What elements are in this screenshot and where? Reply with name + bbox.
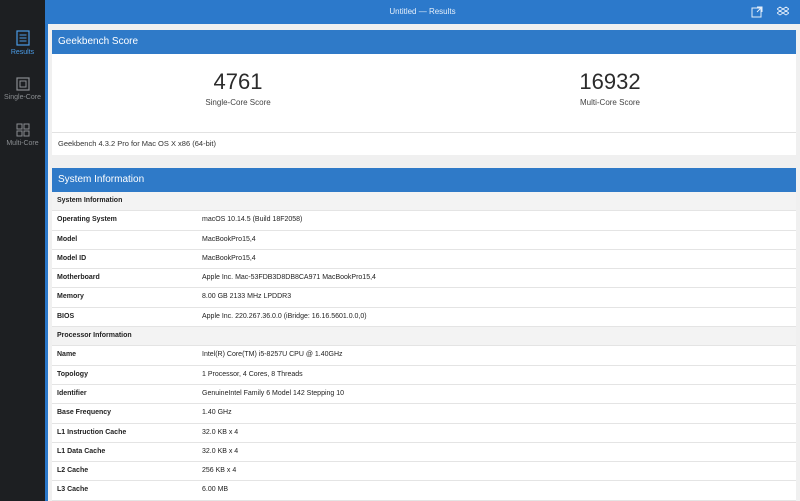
title-bar: Untitled — Results (45, 0, 800, 24)
dropbox-icon[interactable] (777, 6, 789, 18)
table-row: L1 Instruction Cache 32.0 KB x 4 (52, 424, 796, 443)
row-key: BIOS (57, 312, 75, 320)
main-window: Untitled — Results Geekbench Score 4761 … (45, 0, 800, 501)
row-value: 1 Processor, 4 Cores, 8 Threads (202, 370, 303, 378)
row-key: Motherboard (57, 274, 100, 282)
row-value: MacBookPro15,4 (202, 235, 256, 243)
table-row: L3 Cache 6.00 MB (52, 481, 796, 501)
table-section-header: System Information (52, 192, 796, 212)
scores-row: 4761 Single-Core Score 16932 Multi-Core … (52, 54, 796, 133)
table-row: Motherboard Apple Inc. Mac-53FDB3D8DB8CA9… (52, 269, 796, 289)
geekbench-score-panel: Geekbench Score 4761 Single-Core Score 1… (52, 30, 796, 155)
row-key: Model (57, 235, 78, 243)
row-value: 32.0 KB x 4 (202, 428, 239, 436)
row-key: L3 Cache (57, 486, 89, 494)
sidebar-item-results[interactable]: Results (0, 30, 45, 56)
version-text: Geekbench 4.3.2 Pro for Mac OS X x86 (64… (58, 139, 216, 148)
sidebar-item-label: Multi-Core (6, 140, 39, 147)
multi-core-value: 16932 (579, 69, 641, 94)
multi-core-icon (16, 123, 29, 137)
row-key: Identifier (57, 389, 87, 397)
row-key: Operating System (57, 216, 117, 224)
single-core-value: 4761 (213, 69, 263, 94)
single-core-icon (15, 77, 30, 91)
single-core-score: 4761 Single-Core Score (52, 69, 424, 107)
panel-header: System Information (52, 168, 796, 192)
row-key: Name (57, 351, 77, 359)
row-key: Topology (57, 370, 88, 378)
row-value: Intel(R) Core(TM) i5-8257U CPU @ 1.40GHz (202, 351, 343, 359)
row-value: 6.00 MB (202, 486, 229, 494)
panel-header: Geekbench Score (52, 30, 796, 54)
section-title: Processor Information (57, 332, 132, 340)
single-core-label: Single-Core Score (205, 98, 271, 107)
row-key: L2 Cache (57, 467, 89, 475)
table-row: Topology 1 Processor, 4 Cores, 8 Threads (52, 366, 796, 385)
sidebar-item-label: Results (10, 49, 35, 56)
row-value: MacBookPro15,4 (202, 254, 256, 262)
row-value: macOS 10.14.5 (Build 18F2058) (202, 216, 303, 224)
row-value: 8.00 GB 2133 MHz LPDDR3 (202, 293, 292, 301)
results-content: Geekbench Score 4761 Single-Core Score 1… (48, 24, 800, 501)
export-icon[interactable] (751, 6, 763, 18)
section-title: System Information (57, 197, 123, 204)
table-row: BIOS Apple Inc. 220.267.36.0.0 (iBridge: … (52, 308, 796, 328)
table-row: Identifier GenuineIntel Family 6 Model 14… (52, 385, 796, 405)
sidebar-item-single-core[interactable]: Single-Core (0, 77, 45, 101)
table-row: L1 Data Cache 32.0 KB x 4 (52, 443, 796, 463)
row-key: Memory (57, 293, 84, 301)
row-key: Base Frequency (57, 409, 112, 417)
row-value: 32.0 KB x 4 (202, 447, 239, 455)
sidebar: Results Single-Core Multi-Core (0, 0, 45, 501)
multi-core-score: 16932 Multi-Core Score (424, 69, 796, 107)
table-row: Operating System macOS 10.14.5 (Build 18F… (52, 211, 796, 231)
row-value: 1.40 GHz (202, 409, 232, 417)
row-value: 256 KB x 4 (202, 467, 237, 475)
table-section-header: Processor Information (52, 327, 796, 347)
sidebar-item-multi-core[interactable]: Multi-Core (0, 123, 45, 147)
row-value: Apple Inc. Mac-53FDB3D8DB8CA971 MacBookP… (202, 274, 376, 282)
table-row: Name Intel(R) Core(TM) i5-8257U CPU @ 1.4… (52, 346, 796, 366)
table-row: Base Frequency 1.40 GHz (52, 404, 796, 424)
system-info-table: System Information Operating System macOS … (52, 192, 796, 501)
system-information-panel: System Information System Information Ope… (52, 168, 796, 501)
table-row: Model MacBookPro15,4 (52, 231, 796, 250)
row-value: GenuineIntel Family 6 Model 142 Stepping… (202, 389, 345, 397)
table-row: Memory 8.00 GB 2133 MHz LPDDR3 (52, 288, 796, 308)
row-key: L1 Instruction Cache (57, 428, 127, 436)
row-value: Apple Inc. 220.267.36.0.0 (iBridge: 16.1… (202, 312, 367, 320)
results-icon (15, 30, 30, 46)
row-key: L1 Data Cache (57, 447, 106, 455)
multi-core-label: Multi-Core Score (579, 98, 640, 107)
table-row: L2 Cache 256 KB x 4 (52, 462, 796, 482)
table-row: Model ID MacBookPro15,4 (52, 250, 796, 270)
row-key: Model ID (57, 254, 87, 262)
window-title: Untitled — Results (389, 7, 456, 16)
sidebar-item-label: Single-Core (4, 94, 41, 101)
